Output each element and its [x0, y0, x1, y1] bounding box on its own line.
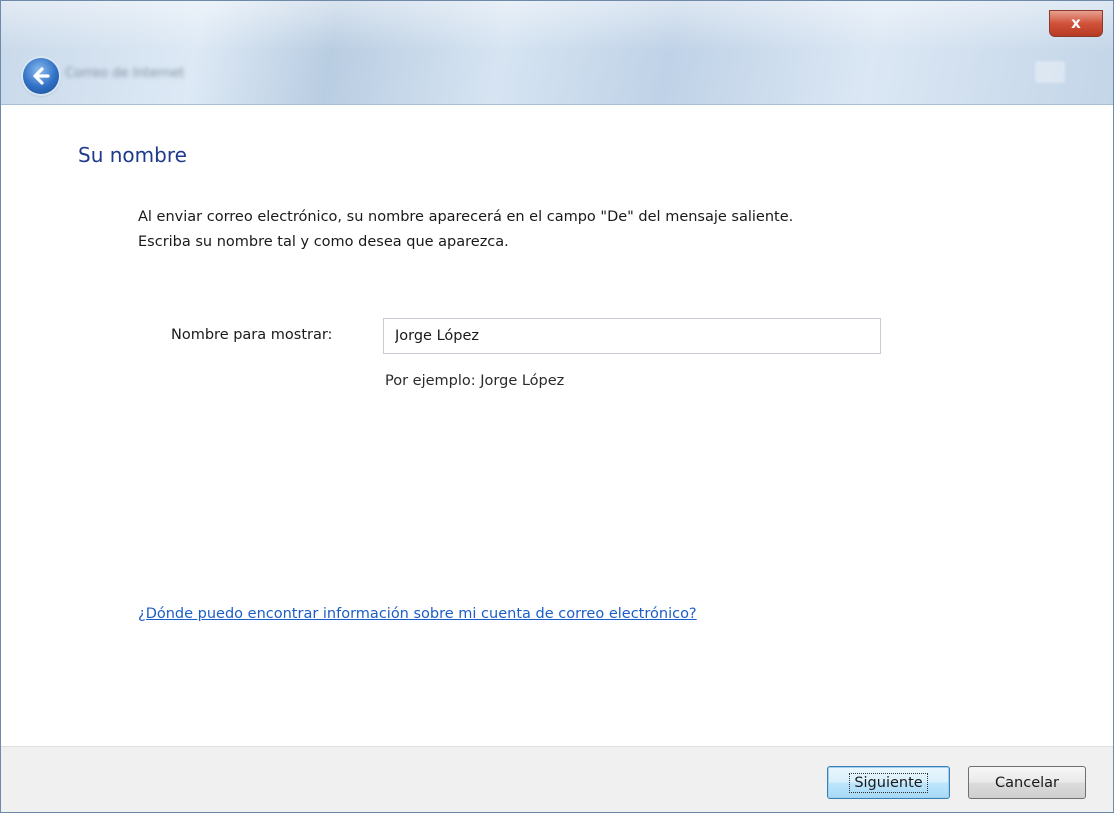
next-button-label: Siguiente — [849, 772, 928, 793]
help-link[interactable]: ¿Dónde puedo encontrar información sobre… — [138, 606, 697, 622]
title-bar[interactable]: Correo de Internet — [1, 1, 1113, 105]
close-icon: x — [1071, 14, 1081, 32]
back-arrow-icon — [33, 67, 50, 85]
description: Al enviar correo electrónico, su nombre … — [138, 205, 793, 255]
display-name-label: Nombre para mostrar: — [171, 327, 333, 343]
wizard-window: Correo de Internet x Su nombre Al enviar… — [0, 0, 1114, 813]
wizard-content: Su nombre Al enviar correo electrónico, … — [1, 105, 1113, 745]
back-button[interactable] — [23, 58, 59, 94]
description-line-2: Escriba su nombre tal y como desea que a… — [138, 234, 509, 250]
button-bar: Siguiente Cancelar — [1, 746, 1113, 812]
display-name-input[interactable] — [383, 318, 881, 354]
next-button[interactable]: Siguiente — [827, 766, 950, 799]
example-hint: Por ejemplo: Jorge López — [385, 373, 565, 389]
titlebar-button — [1035, 61, 1065, 83]
window-title: Correo de Internet — [65, 66, 185, 81]
cancel-button[interactable]: Cancelar — [968, 766, 1086, 799]
page-title: Su nombre — [78, 143, 187, 167]
close-button[interactable]: x — [1049, 10, 1103, 37]
description-line-1: Al enviar correo electrónico, su nombre … — [138, 209, 794, 225]
